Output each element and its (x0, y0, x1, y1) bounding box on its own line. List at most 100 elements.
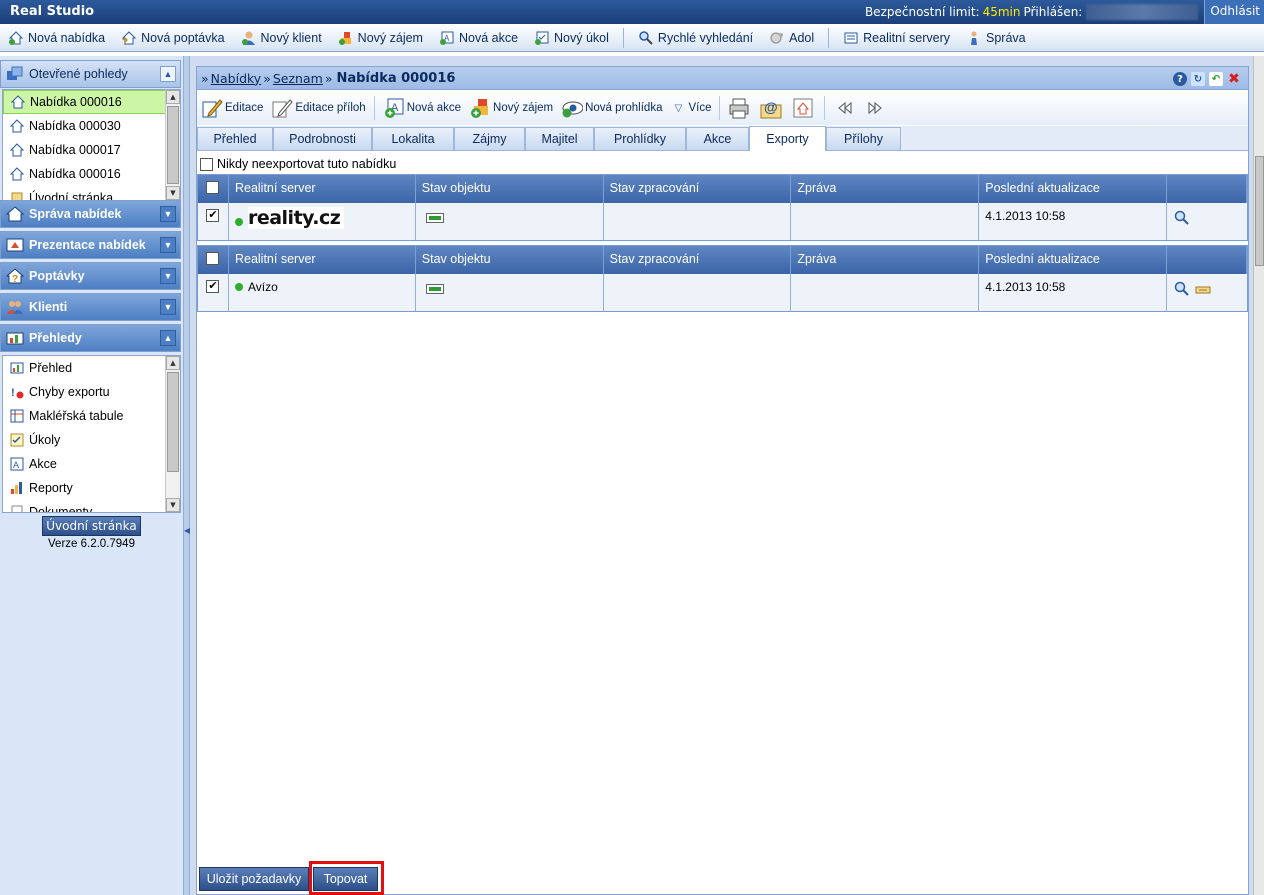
list-item[interactable]: Makléřská tabule (3, 404, 180, 428)
search-detail-icon[interactable] (1173, 209, 1190, 226)
column-header[interactable]: Stav zpracování (604, 175, 792, 203)
undo-icon[interactable]: ↶ (1209, 72, 1223, 86)
column-header[interactable]: Stav objektu (416, 246, 604, 274)
email-button[interactable]: @ (756, 97, 788, 119)
tab-exports[interactable]: Exporty (749, 126, 826, 151)
tab-details[interactable]: Podrobnosti (273, 127, 372, 150)
collapse-left-icon[interactable]: ◀ (184, 526, 190, 540)
scroll-down-icon[interactable]: ▼ (166, 498, 180, 512)
next-button[interactable] (861, 97, 893, 119)
email-icon: @ (760, 97, 782, 119)
select-all-checkbox[interactable] (206, 181, 220, 194)
table-row[interactable]: ✔ reality.cz 4.1.2013 10:58 (198, 203, 1247, 240)
column-header[interactable]: Realitní server (229, 246, 416, 274)
breadcrumb-list-link[interactable]: Seznam (273, 71, 323, 86)
search-detail-icon[interactable] (1173, 280, 1190, 297)
select-all-checkbox[interactable] (206, 252, 220, 265)
edit-icon[interactable] (1194, 280, 1211, 297)
logout-button[interactable]: Odhlásit (1204, 0, 1264, 24)
panel-offer-management[interactable]: Správa nabídek ▼ (0, 200, 181, 228)
menu-new-interest[interactable]: Nový zájem (330, 27, 431, 49)
list-item[interactable]: Nabídka 000016 (3, 162, 180, 186)
panel-offer-presentation[interactable]: Prezentace nabídek ▼ (0, 231, 181, 259)
search-icon (638, 30, 654, 46)
list-item[interactable]: ! Chyby exportu (3, 380, 180, 404)
collapse-up-icon[interactable]: ▲ (160, 330, 176, 346)
row-checkbox[interactable]: ✔ (206, 209, 220, 222)
main-scrollbar[interactable] (1253, 56, 1264, 895)
panel-clients[interactable]: Klienti ▼ (0, 293, 181, 321)
tab-attachments[interactable]: Přílohy (826, 127, 901, 150)
topovat-button[interactable]: Topovat (313, 867, 378, 891)
panel-overviews[interactable]: Přehledy ▲ (0, 324, 181, 352)
menu-new-client[interactable]: Nový klient (233, 27, 330, 49)
list-item[interactable]: Úkoly (3, 428, 180, 452)
column-header[interactable]: Zpráva (791, 246, 980, 274)
scroll-down-icon[interactable]: ▼ (166, 186, 180, 200)
never-export-label: Nikdy neexportovat tuto nabídku (217, 157, 397, 171)
panel-demands[interactable]: ? Poptávky ▼ (0, 262, 181, 290)
menu-new-task[interactable]: Nový úkol (526, 27, 617, 49)
table-row[interactable]: ✔ Avízo 4.1.2013 10:58 (198, 274, 1247, 311)
edit-attachments-button[interactable]: Editace příloh (267, 97, 369, 119)
column-header[interactable]: Stav zpracování (604, 246, 792, 274)
menu-quick-search[interactable]: Rychlé vyhledání (630, 27, 761, 49)
presentation-button[interactable] (788, 97, 820, 119)
edit-button[interactable]: Editace (197, 97, 267, 119)
list-item[interactable]: Nabídka 000030 (3, 114, 180, 138)
never-export-option[interactable]: Nikdy neexportovat tuto nabídku (200, 157, 396, 171)
list-item[interactable]: Úvodní stránka (3, 186, 180, 200)
chevron-down-icon[interactable]: ▼ (160, 237, 176, 253)
list-item[interactable]: A Akce (3, 452, 180, 476)
never-export-checkbox[interactable] (200, 157, 213, 171)
menu-adol[interactable]: Adol (761, 27, 822, 49)
chevron-down-icon[interactable]: ▼ (160, 206, 176, 222)
menu-new-action[interactable]: A Nová akce (431, 27, 526, 49)
menu-administration[interactable]: Správa (958, 27, 1034, 49)
new-interest-button[interactable]: Nový zájem (465, 97, 557, 119)
help-icon[interactable]: ? (1173, 72, 1187, 86)
tab-owner[interactable]: Majitel (525, 127, 594, 150)
panel-open-views[interactable]: Otevřené pohledy ▲ (0, 60, 181, 88)
breadcrumb-offers-link[interactable]: Nabídky (211, 71, 262, 86)
close-icon[interactable]: ✖ (1227, 71, 1241, 87)
scroll-up-icon[interactable]: ▲ (166, 90, 180, 104)
list-item[interactable]: Nabídka 000017 (3, 138, 180, 162)
list-item[interactable]: Nabídka 000016 (3, 90, 180, 114)
open-views-scrollbar[interactable]: ▲ ▼ (165, 90, 180, 200)
column-header[interactable]: Poslední aktualizace (979, 246, 1168, 274)
task-add-icon (534, 30, 550, 46)
tab-interests[interactable]: Zájmy (454, 127, 525, 150)
home-page-button[interactable]: Úvodní stránka (42, 516, 141, 536)
interest-add-icon (338, 30, 354, 46)
previous-button[interactable] (829, 97, 861, 119)
column-header[interactable]: Stav objektu (416, 175, 604, 203)
print-button[interactable] (724, 97, 756, 119)
tab-location[interactable]: Lokalita (372, 127, 454, 150)
menu-new-offer[interactable]: Nová nabídka (0, 27, 113, 49)
collapse-up-icon[interactable]: ▲ (160, 66, 176, 82)
tab-viewings[interactable]: Prohlídky (594, 127, 686, 150)
chevron-down-icon[interactable]: ▼ (160, 299, 176, 315)
menu-new-demand[interactable]: ? Nová poptávka (113, 27, 232, 49)
save-requests-button[interactable]: Uložit požadavky (199, 867, 309, 891)
menu-realty-servers[interactable]: Realitní servery (835, 27, 958, 49)
list-item[interactable]: Přehled (3, 356, 180, 380)
row-checkbox[interactable]: ✔ (206, 280, 220, 293)
column-header[interactable]: Zpráva (791, 175, 980, 203)
chevron-down-icon[interactable]: ▼ (160, 268, 176, 284)
column-header[interactable]: Realitní server (229, 175, 416, 203)
tab-overview[interactable]: Přehled (197, 127, 273, 150)
new-viewing-button[interactable]: Nová prohlídka (557, 97, 666, 119)
new-action-button[interactable]: A Nová akce (379, 97, 465, 119)
overviews-scrollbar[interactable]: ▲ ▼ (165, 356, 180, 512)
more-button[interactable]: ▽ Více (666, 97, 715, 119)
list-item[interactable]: Reporty (3, 476, 180, 500)
tab-actions[interactable]: Akce (686, 127, 749, 150)
refresh-icon[interactable]: ↻ (1191, 72, 1205, 86)
scroll-up-icon[interactable]: ▲ (166, 356, 180, 370)
column-header[interactable]: Poslední aktualizace (979, 175, 1168, 203)
user-add-icon (241, 30, 257, 46)
pane-splitter[interactable]: ◀ (183, 56, 190, 895)
list-item[interactable]: Dokumenty (3, 500, 180, 512)
